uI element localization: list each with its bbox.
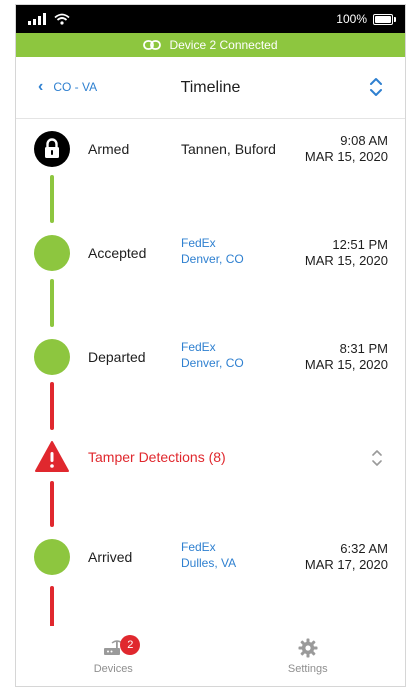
event-label: Tamper Detections (8) <box>88 449 226 465</box>
event-time: 9:08 AM <box>340 133 388 148</box>
status-dot <box>34 235 70 271</box>
timeline-connector <box>50 382 54 430</box>
carrier-name: FedEx <box>181 236 216 250</box>
event-time: 8:31 PM <box>339 341 388 356</box>
event-carrier[interactable]: FedEx Denver, CO <box>181 339 244 371</box>
timeline: Armed Tannen, Buford 9:08 AM MAR 15, 202… <box>16 119 405 634</box>
event-label: Accepted <box>88 245 147 261</box>
battery-full-icon <box>373 13 396 25</box>
event-time: 6:32 AM <box>340 541 388 556</box>
phone-screen: 100% Device 2 Connected ‹ CO - VA Timeli… <box>15 4 406 687</box>
page-title: Timeline <box>180 79 241 96</box>
signal-bars-icon <box>28 13 46 25</box>
wifi-icon <box>54 13 70 25</box>
timeline-event-arrived[interactable]: Arrived FedEx Dulles, VA 6:32 AM MAR 17,… <box>16 527 405 587</box>
status-bar: 100% <box>16 5 405 33</box>
event-timestamp: 9:08 AM MAR 15, 2020 <box>305 133 388 165</box>
warning-triangle-icon <box>34 439 70 475</box>
carrier-location: Denver, CO <box>181 252 244 266</box>
carrier-location: Dulles, VA <box>181 556 237 570</box>
timeline-connector <box>50 279 54 327</box>
event-actor: Tannen, Buford <box>181 141 276 157</box>
timeline-connector <box>50 175 54 223</box>
status-dot <box>34 339 70 375</box>
timeline-event-accepted[interactable]: Accepted FedEx Denver, CO 12:51 PM MAR 1… <box>16 223 405 283</box>
battery-percent: 100% <box>336 12 367 26</box>
carrier-name: FedEx <box>181 340 216 354</box>
event-date: MAR 15, 2020 <box>304 149 388 164</box>
carrier-location: Denver, CO <box>181 356 244 370</box>
link-icon <box>143 40 162 50</box>
nav-devices-label: Devices <box>93 663 133 675</box>
timeline-event-tamper[interactable]: Tamper Detections (8) <box>16 427 405 487</box>
event-carrier[interactable]: FedEx Denver, CO <box>181 235 244 267</box>
header: ‹ CO - VA Timeline <box>16 57 405 119</box>
nav-settings-label: Settings <box>287 663 328 675</box>
event-timestamp: 12:51 PM MAR 15, 2020 <box>305 237 388 269</box>
event-time: 12:51 PM <box>332 237 388 252</box>
event-label: Arrived <box>88 549 133 565</box>
event-label: Departed <box>88 349 146 365</box>
event-timestamp: 8:31 PM MAR 15, 2020 <box>305 341 388 373</box>
event-date: MAR 17, 2020 <box>304 557 388 572</box>
connection-status-text: Device 2 Connected <box>169 38 278 52</box>
expand-chevrons-icon[interactable] <box>371 447 383 469</box>
event-carrier[interactable]: FedEx Dulles, VA <box>181 539 236 571</box>
sort-chevrons-icon[interactable] <box>369 75 383 99</box>
lock-icon <box>34 131 70 167</box>
devices-count-badge: 2 <box>120 635 141 655</box>
timeline-event-departed[interactable]: Departed FedEx Denver, CO 8:31 PM MAR 15… <box>16 327 405 387</box>
nav-settings[interactable]: Settings <box>211 626 406 686</box>
carrier-name: FedEx <box>181 540 216 554</box>
timeline-connector <box>50 481 54 527</box>
timeline-event-armed[interactable]: Armed Tannen, Buford 9:08 AM MAR 15, 202… <box>16 119 405 179</box>
bottom-nav: 2 Devices Settings <box>16 626 405 686</box>
nav-devices[interactable]: 2 Devices <box>16 626 211 686</box>
event-label: Armed <box>88 141 130 157</box>
event-timestamp: 6:32 AM MAR 17, 2020 <box>305 541 388 573</box>
connection-banner: Device 2 Connected <box>16 33 405 57</box>
status-dot <box>34 539 70 575</box>
event-date: MAR 15, 2020 <box>304 253 388 268</box>
gear-icon <box>298 638 318 658</box>
event-date: MAR 15, 2020 <box>304 357 388 372</box>
